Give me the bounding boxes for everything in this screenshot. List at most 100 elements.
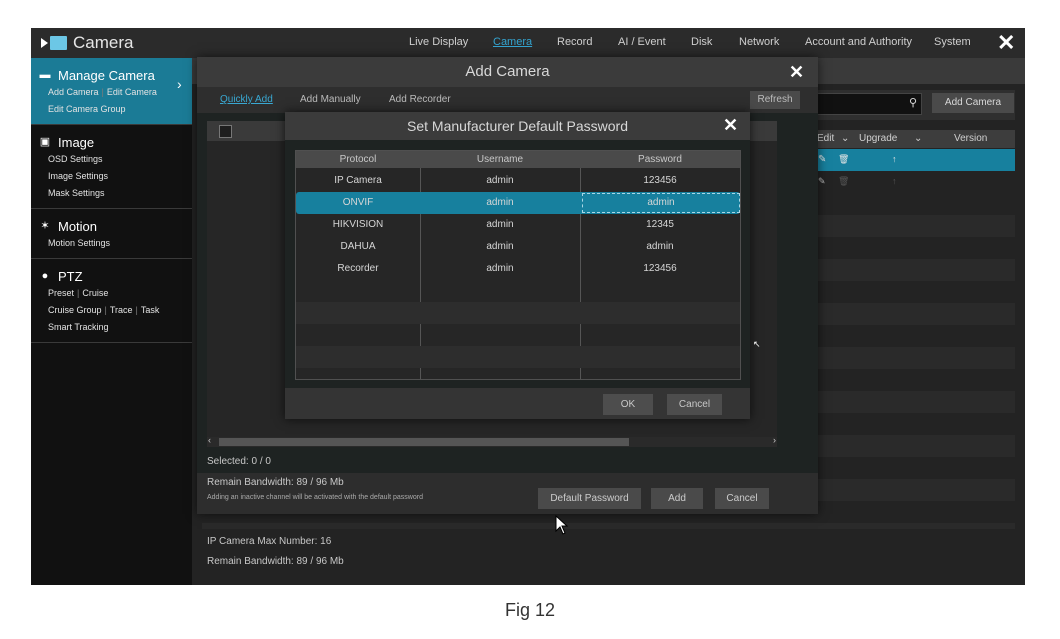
cancel-button[interactable]: Cancel xyxy=(715,488,769,509)
sidebar: ▬ Manage Camera Add Camera | Edit Camera Ed… xyxy=(31,58,192,585)
pointer-cursor-icon: ↖ xyxy=(753,339,761,349)
search-input[interactable]: ⚲ xyxy=(814,93,922,115)
col-edit: Edit xyxy=(817,133,835,144)
sidebar-link-cruise[interactable]: Cruise xyxy=(82,288,108,298)
ok-button[interactable]: OK xyxy=(603,394,653,415)
select-all-checkbox[interactable] xyxy=(219,125,232,138)
hint-text: Adding an inactive channel will be activ… xyxy=(207,494,423,501)
row-protocol: Recorder xyxy=(337,263,379,274)
row-protocol: ONVIF xyxy=(342,197,374,208)
add-button[interactable]: Add xyxy=(651,488,703,509)
upgrade-icon: ↑ xyxy=(892,176,897,186)
sidebar-link-edit-camera-group[interactable]: Edit Camera Group xyxy=(48,104,126,114)
add-camera-tabs: Quickly Add Add Manually Add Recorder Re… xyxy=(197,87,818,113)
col-username: Username xyxy=(476,154,524,165)
edit-icon[interactable]: ✎ xyxy=(818,176,826,187)
empty-row xyxy=(296,302,740,324)
selected-count: Selected: 0 / 0 xyxy=(207,456,271,467)
remain-bandwidth-info: Remain Bandwidth: 89 / 96 Mb xyxy=(207,556,344,567)
sidebar-section-image[interactable]: ▣ Image OSD Settings Image Settings Mask … xyxy=(31,125,192,209)
image-icon: ▣ xyxy=(39,136,51,148)
max-number-info: IP Camera Max Number: 16 xyxy=(207,536,332,547)
table-row-selected[interactable]: ONVIF admin admin xyxy=(296,192,740,214)
sidebar-link-image-settings[interactable]: Image Settings xyxy=(48,171,108,181)
motion-icon: ✶ xyxy=(40,220,50,232)
chevron-down-icon[interactable]: ⌄ xyxy=(914,133,922,144)
delete-icon[interactable]: 🗑 xyxy=(838,154,849,165)
tab-add-manually[interactable]: Add Manually xyxy=(300,94,361,105)
sidebar-section-motion[interactable]: ✶ Motion Motion Settings xyxy=(31,209,192,259)
row-username: admin xyxy=(486,263,514,274)
sidebar-section-ptz[interactable]: ● PTZ Preset | Cruise Cruise Group | Trace | Ta… xyxy=(31,259,192,343)
row-username: admin xyxy=(486,241,514,252)
ptz-icon: ● xyxy=(41,270,49,282)
row-username: admin xyxy=(486,219,514,230)
refresh-button[interactable]: Refresh xyxy=(750,91,800,109)
chevron-right-icon: › xyxy=(177,76,182,92)
row-password: admin xyxy=(646,241,674,252)
app-brand: Camera xyxy=(41,33,133,53)
top-bar: Camera Live Display Camera Record AI / E… xyxy=(31,28,1025,58)
sidebar-title-manage-camera: Manage Camera xyxy=(58,67,155,83)
table-row[interactable]: DAHUA admin admin xyxy=(296,236,740,258)
scroll-left-icon[interactable]: ‹ xyxy=(208,435,211,445)
sidebar-link-trace[interactable]: Trace xyxy=(110,305,133,315)
add-camera-footer: Remain Bandwidth: 89 / 96 Mb Adding an i… xyxy=(197,473,818,514)
tab-quickly-add[interactable]: Quickly Add xyxy=(220,94,273,105)
default-password-button[interactable]: Default Password xyxy=(538,488,641,509)
sidebar-link-mask-settings[interactable]: Mask Settings xyxy=(48,188,105,198)
tab-add-recorder[interactable]: Add Recorder xyxy=(389,94,451,105)
row-protocol: IP Camera xyxy=(334,175,382,186)
add-camera-button[interactable]: Add Camera xyxy=(932,93,1014,113)
sidebar-link-add-camera[interactable]: Add Camera xyxy=(48,87,99,97)
scrollbar-thumb[interactable] xyxy=(219,438,629,446)
nav-ai-event[interactable]: AI / Event xyxy=(618,36,666,48)
row-protocol: HIKVISION xyxy=(332,219,384,230)
nav-network[interactable]: Network xyxy=(739,36,779,48)
sidebar-link-edit-camera[interactable]: Edit Camera xyxy=(107,87,157,97)
default-password-dialog: Set Manufacturer Default Password ✕ Prot… xyxy=(285,112,750,419)
nav-account-authority[interactable]: Account and Authority xyxy=(805,36,912,48)
sidebar-link-preset[interactable]: Preset xyxy=(48,288,74,298)
row-password: 123456 xyxy=(643,263,677,274)
search-icon[interactable]: ⚲ xyxy=(909,96,917,109)
sidebar-section-manage-camera[interactable]: ▬ Manage Camera Add Camera | Edit Camera Ed… xyxy=(31,58,192,125)
nav-live-display[interactable]: Live Display xyxy=(409,36,468,48)
table-row[interactable]: HIKVISION admin 12345 xyxy=(296,214,740,236)
row-password: 12345 xyxy=(646,219,674,230)
add-camera-dialog-title: Add Camera xyxy=(197,57,818,87)
delete-icon: 🗑 xyxy=(838,176,850,186)
password-edit-field[interactable]: admin xyxy=(582,193,740,213)
sidebar-title-ptz: PTZ xyxy=(58,268,83,284)
sidebar-link-motion-settings[interactable]: Motion Settings xyxy=(48,238,110,248)
close-icon[interactable]: ✕ xyxy=(723,116,738,134)
nav-system[interactable]: System xyxy=(934,36,971,48)
table-row[interactable]: IP Camera admin 123456 xyxy=(296,170,740,192)
password-table-header: Protocol Username Password xyxy=(296,151,740,168)
sidebar-link-task[interactable]: Task xyxy=(141,305,160,315)
sidebar-link-osd-settings[interactable]: OSD Settings xyxy=(48,154,103,164)
nav-disk[interactable]: Disk xyxy=(691,36,712,48)
scroll-right-icon[interactable]: › xyxy=(773,435,776,445)
horizontal-scrollbar[interactable]: ‹ › xyxy=(207,435,777,447)
edit-icon[interactable]: ✎ xyxy=(818,154,826,165)
camera-logo-icon xyxy=(41,36,67,50)
nav-camera[interactable]: Camera xyxy=(493,36,532,48)
table-row[interactable]: Recorder admin 123456 xyxy=(296,258,740,280)
close-icon[interactable]: ✕ xyxy=(997,32,1015,54)
app-title: Camera xyxy=(73,33,134,52)
col-upgrade: Upgrade xyxy=(859,133,898,144)
default-password-dialog-title: Set Manufacturer Default Password xyxy=(285,112,750,140)
row-password: 123456 xyxy=(643,175,677,186)
mouse-cursor-icon xyxy=(555,515,569,535)
cancel-button[interactable]: Cancel xyxy=(667,394,722,415)
sidebar-link-smart-tracking[interactable]: Smart Tracking xyxy=(48,322,109,332)
upgrade-icon[interactable]: ↑ xyxy=(892,154,897,164)
close-icon[interactable]: ✕ xyxy=(789,63,804,81)
sidebar-link-cruise-group[interactable]: Cruise Group xyxy=(48,305,102,315)
chevron-down-icon[interactable]: ⌄ xyxy=(841,133,849,144)
figure-caption: Fig 12 xyxy=(504,600,556,620)
row-username: admin xyxy=(486,197,514,208)
sidebar-title-motion: Motion xyxy=(58,218,98,234)
nav-record[interactable]: Record xyxy=(557,36,592,48)
